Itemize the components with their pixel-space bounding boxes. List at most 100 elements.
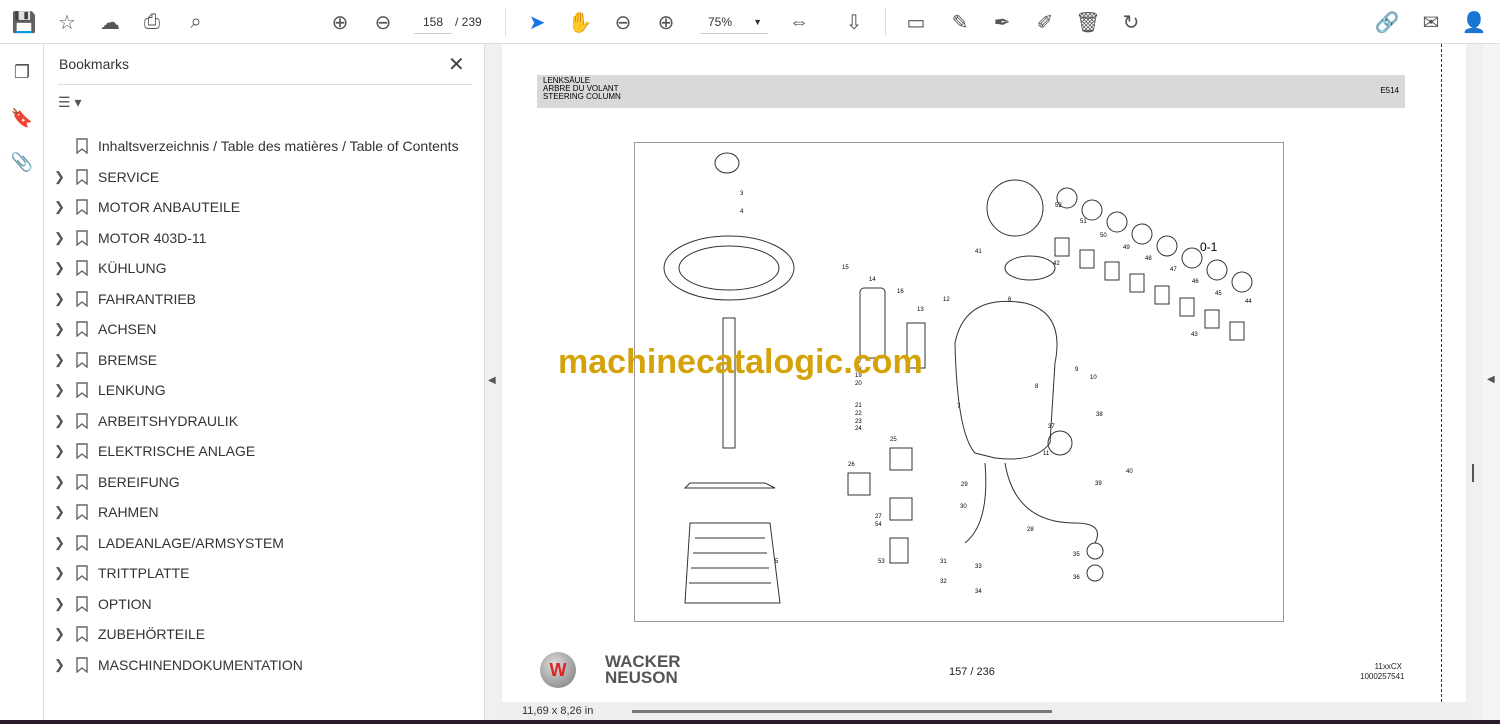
chevron-right-icon[interactable]: ❯ (54, 443, 70, 459)
callout-number: 30 (960, 504, 967, 510)
upload-cloud-icon[interactable]: ☁ (96, 8, 124, 36)
switch-symbol (1081, 199, 1103, 221)
bookmark-item[interactable]: ❯ ARBEITSHYDRAULIK (54, 406, 474, 436)
chevron-right-icon[interactable]: ❯ (54, 382, 70, 398)
callout-number: 6 (1008, 297, 1012, 303)
rotate-icon[interactable]: ↻ (1117, 8, 1145, 36)
page-up-icon[interactable]: ⊕ (326, 8, 354, 36)
bookmark-item[interactable]: ❯ LADEANLAGE/ARMSYSTEM (54, 528, 474, 558)
add-user-icon[interactable]: 👤 (1460, 8, 1488, 36)
chevron-right-icon[interactable]: ❯ (54, 352, 70, 368)
chevron-right-icon[interactable]: ❯ (54, 626, 70, 642)
header-line: ARBRE DU VOLANT (543, 84, 619, 93)
bookmark-item[interactable]: ❯ SERVICE (54, 162, 474, 192)
chevron-right-icon[interactable]: ❯ (54, 474, 70, 490)
status-bar: 11,69 x 8,26 in (502, 702, 1466, 720)
print-icon[interactable]: ⎙ (138, 8, 166, 36)
attachment-icon[interactable]: 📎 (8, 148, 36, 176)
page-down-icon[interactable]: ⊖ (369, 8, 397, 36)
bookmark-item[interactable]: ❯ BEREIFUNG (54, 467, 474, 497)
chevron-right-icon[interactable]: ❯ (54, 565, 70, 581)
bookmark-item[interactable]: ❯ MASCHINENDOKUMENTATION (54, 650, 474, 680)
fit-page-icon[interactable]: ⇔ (785, 8, 813, 36)
callout-number: 16 (897, 289, 904, 295)
chevron-right-icon[interactable]: ❯ (54, 413, 70, 429)
chevron-right-icon[interactable]: ❯ (54, 260, 70, 276)
chevron-right-icon[interactable]: ❯ (54, 596, 70, 612)
callout-number: 49 (1123, 245, 1130, 251)
edit-pdf-icon[interactable]: ✐ (1031, 8, 1059, 36)
zoom-in-icon[interactable]: ⊕ (652, 8, 680, 36)
chevron-right-icon[interactable]: ❯ (54, 504, 70, 520)
bookmark-item[interactable]: ❯ MOTOR ANBAUTEILE (54, 192, 474, 222)
callout-number: 41 (975, 249, 982, 255)
close-icon[interactable]: ✕ (448, 52, 465, 77)
rocker-switch (1129, 273, 1145, 293)
brand-name: WACKER NEUSON (605, 652, 681, 687)
bookmark-item[interactable]: ❯ BREMSE (54, 345, 474, 375)
divider (505, 8, 506, 36)
email-icon[interactable]: ✉ (1417, 8, 1445, 36)
bookmark-item[interactable]: ❯ ELEKTRISCHE ANLAGE (54, 436, 474, 466)
callout-number: 31 (940, 559, 947, 565)
bookmark-item[interactable]: ❯ OPTION (54, 589, 474, 619)
bookmark-label: ELEKTRISCHE ANLAGE (98, 443, 256, 459)
sign-icon[interactable]: ✒ (988, 8, 1016, 36)
bookmark-item[interactable]: ❯ ZUBEHÖRTEILE (54, 619, 474, 649)
bookmark-label: KÜHLUNG (98, 260, 167, 276)
select-arrow-icon[interactable]: ➤ (523, 8, 551, 36)
chevron-right-icon[interactable]: ❯ (54, 291, 70, 307)
delete-icon[interactable]: 🗑 (1074, 8, 1102, 36)
chevron-right-icon[interactable]: ❯ (54, 657, 70, 673)
pages-icon[interactable]: ❐ (8, 58, 36, 86)
bookmarks-panel: Bookmarks ✕ ☰ ▾ Inhaltsverzeichnis / Tab… (44, 44, 485, 724)
callout-number: 27 (875, 514, 882, 520)
bookmark-item[interactable]: ❯ FAHRANTRIEB (54, 284, 474, 314)
bookmark-flag-icon (76, 321, 88, 337)
horizontal-scrollbar[interactable] (632, 710, 1052, 713)
bookmark-item[interactable]: ❯ RAHMEN (54, 497, 474, 527)
callout-number: 39 (1095, 481, 1102, 487)
zoom-out-icon[interactable]: ⊖ (609, 8, 637, 36)
callout-number: 23 (855, 419, 862, 425)
bookmark-item[interactable]: ❯ LENKUNG (54, 375, 474, 405)
bookmark-item[interactable]: ❯ ACHSEN (54, 314, 474, 344)
page-number-input[interactable]: 158 (414, 10, 452, 34)
bookmark-icon[interactable]: 🔖 (8, 104, 36, 132)
bookmark-item[interactable]: ❯ KÜHLUNG (54, 253, 474, 283)
bookmark-options-button[interactable]: ☰ ▾ (58, 94, 81, 111)
vertical-scrollbar[interactable] (1472, 464, 1474, 482)
bookmark-flag-icon (76, 351, 88, 368)
chevron-right-icon[interactable]: ❯ (54, 230, 70, 246)
bookmark-item[interactable]: Inhaltsverzeichnis / Table des matières … (54, 131, 474, 161)
bookmark-flag-icon (76, 290, 88, 307)
scroll-mode-icon[interactable]: ⇩ (840, 8, 868, 36)
bookmark-flag-icon (76, 382, 88, 398)
callout-number: 32 (940, 579, 947, 585)
bookmark-flag-icon (76, 504, 88, 520)
chevron-right-icon[interactable]: ❯ (54, 199, 70, 215)
switch-symbol (1156, 235, 1178, 257)
bookmark-flag-icon (76, 656, 88, 673)
chevron-right-icon[interactable]: ❯ (54, 169, 70, 185)
zoom-select[interactable]: 75% ▼ (700, 10, 768, 34)
hand-icon[interactable]: ✋ (566, 8, 594, 36)
collapse-panel-icon[interactable]: ◀ (488, 375, 496, 386)
callout-number: 14 (869, 277, 876, 283)
expand-panel-icon[interactable]: ◀ (1487, 374, 1495, 385)
highlight-icon[interactable]: ✎ (946, 8, 974, 36)
bookmark-item[interactable]: ❯ MOTOR 403D-11 (54, 223, 474, 253)
callout-number: 51 (1080, 219, 1087, 225)
relay (889, 447, 913, 471)
comment-icon[interactable]: ▭ (902, 8, 930, 36)
header-line: STEERING COLUMN (543, 92, 621, 101)
callout-number: 8 (1035, 384, 1039, 390)
bookmark-item[interactable]: ❯ TRITTPLATTE (54, 558, 474, 588)
search-zoom-icon[interactable]: ⌕ (182, 8, 210, 36)
chevron-right-icon[interactable]: ❯ (54, 535, 70, 551)
save-icon[interactable]: 💾 (10, 8, 38, 36)
callout-number: 45 (1215, 291, 1222, 297)
share-link-icon[interactable]: 🔗 (1373, 8, 1401, 36)
chevron-right-icon[interactable]: ❯ (54, 321, 70, 337)
star-icon[interactable]: ☆ (53, 8, 81, 36)
